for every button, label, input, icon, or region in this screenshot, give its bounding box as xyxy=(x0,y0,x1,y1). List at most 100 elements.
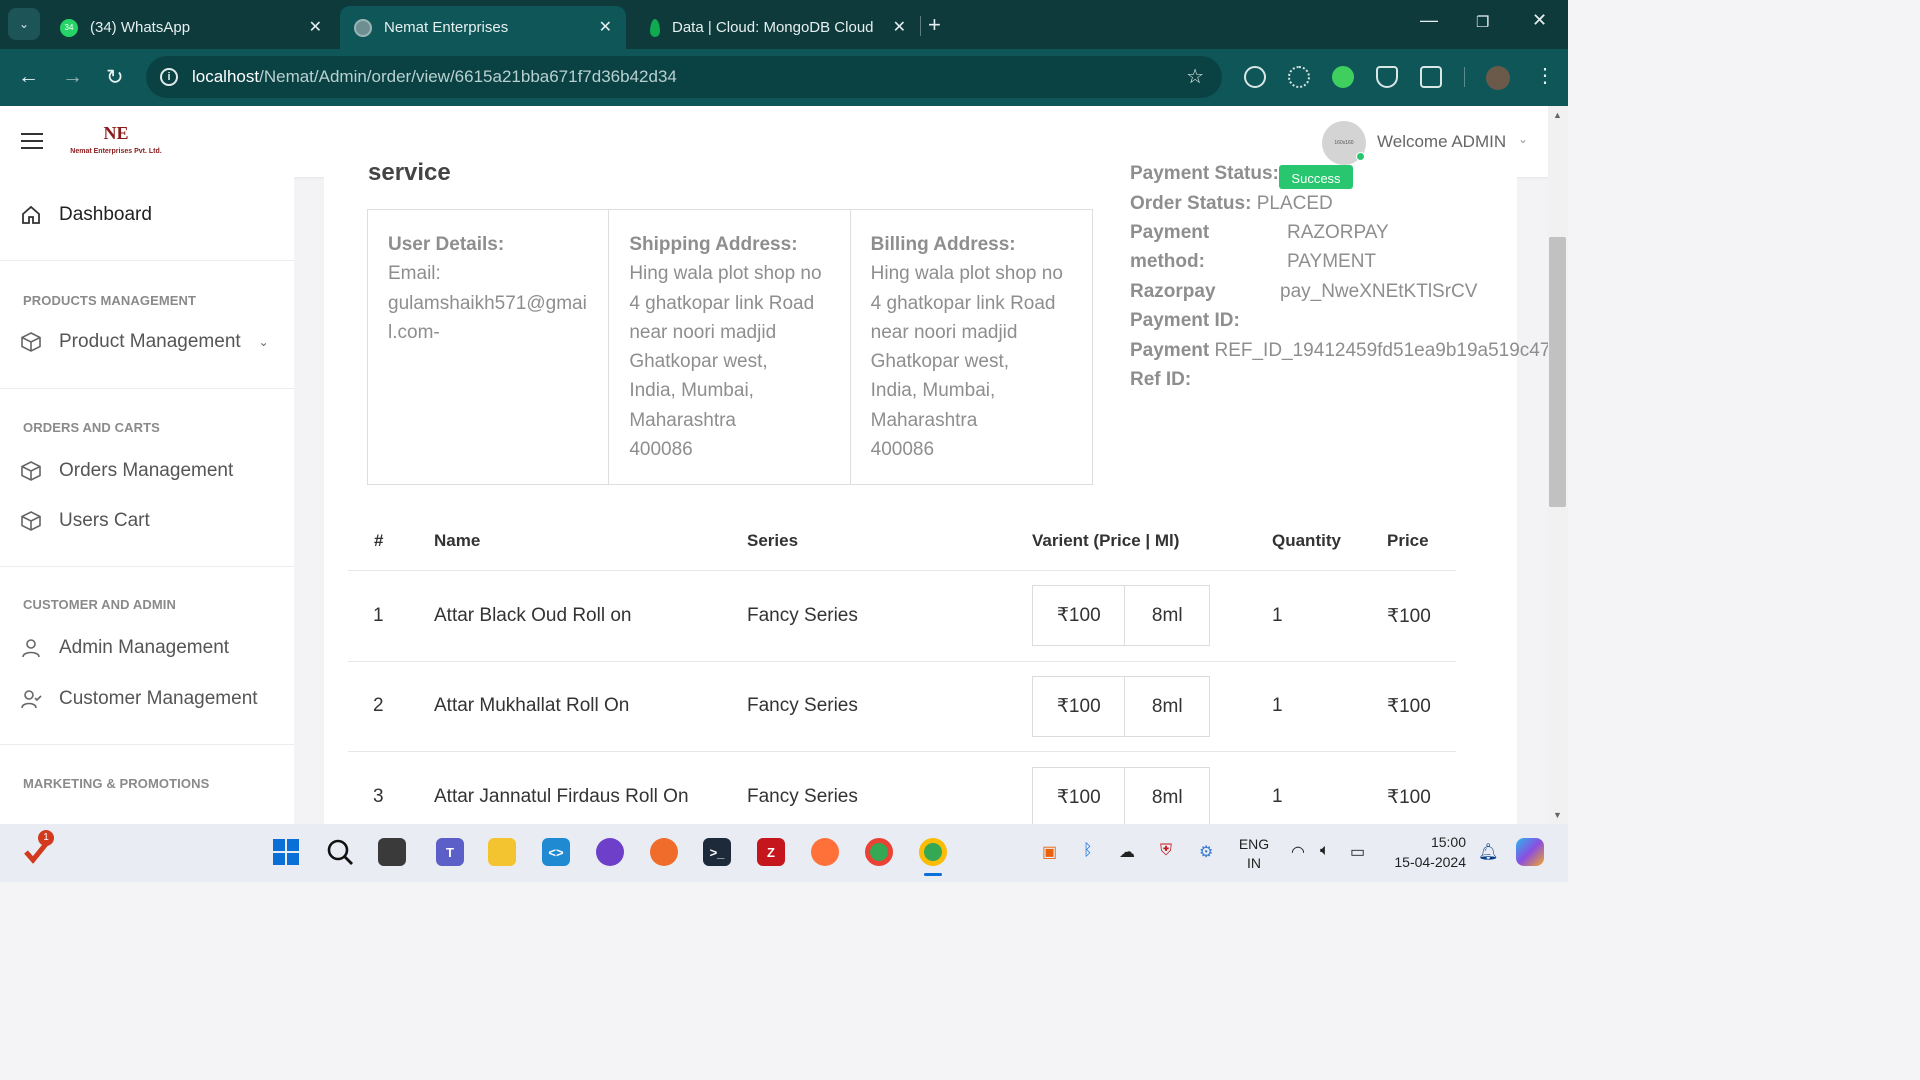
bluetooth-icon[interactable]: ᛒ xyxy=(1083,842,1093,860)
scroll-down-arrow-icon[interactable]: ▼ xyxy=(1553,810,1562,820)
tab-separator xyxy=(920,16,921,36)
shipping-address-cell: Shipping Address: Hing wala plot shop no… xyxy=(609,210,851,484)
sidebar-item-admin-management[interactable]: Admin Management xyxy=(20,637,229,659)
notifications-bell-icon[interactable]: 🔔︎ xyxy=(1478,842,1498,862)
extension-react-icon[interactable] xyxy=(1288,66,1310,88)
minimize-icon[interactable]: — xyxy=(1420,10,1438,31)
network-tray-icon[interactable]: ⚙ xyxy=(1199,842,1213,862)
col-header-price: Price xyxy=(1387,531,1429,550)
sidebar-item-customer-management[interactable]: Customer Management xyxy=(20,688,258,710)
extension-target-icon[interactable] xyxy=(1244,66,1266,88)
windows-start-icon[interactable] xyxy=(272,838,300,866)
task-view-icon[interactable] xyxy=(378,838,406,866)
teams-icon[interactable]: T xyxy=(436,838,464,866)
address-line: India, Mumbai, xyxy=(629,380,754,402)
vscode-icon[interactable]: <> xyxy=(542,838,570,866)
hamburger-menu-icon[interactable] xyxy=(21,133,43,154)
scroll-up-arrow-icon[interactable]: ▲ xyxy=(1553,110,1562,120)
table-divider xyxy=(348,661,1456,662)
profile-avatar-icon[interactable] xyxy=(1486,66,1510,90)
address-line: Hing wala plot shop no xyxy=(629,263,822,285)
tab-whatsapp[interactable]: 34 (34) WhatsApp ✕ xyxy=(46,6,336,49)
variant-box: ₹100 8ml xyxy=(1032,585,1210,646)
divider xyxy=(0,260,294,261)
welcome-text[interactable]: Welcome ADMIN xyxy=(1377,132,1506,152)
widgets-icon[interactable]: 1 xyxy=(24,830,54,864)
status-badge: Success xyxy=(1279,165,1353,189)
battery-icon[interactable]: ▭ xyxy=(1350,842,1365,862)
github-desktop-icon[interactable] xyxy=(596,838,624,866)
tab-title: Data | Cloud: MongoDB Cloud xyxy=(672,19,874,36)
file-explorer-icon[interactable] xyxy=(488,838,516,866)
volume-icon[interactable]: 🔈︎ xyxy=(1320,842,1330,860)
sidebar-item-orders-management[interactable]: Orders Management xyxy=(20,460,233,482)
filezilla-icon[interactable]: Z xyxy=(757,838,785,866)
scrollbar-thumb[interactable] xyxy=(1549,237,1566,507)
clock-date[interactable]: 15-04-2024 xyxy=(1386,854,1466,870)
chrome-icon[interactable] xyxy=(865,838,893,866)
col-header-index: # xyxy=(374,531,384,550)
url-text[interactable]: localhost/Nemat/Admin/order/view/6615a21… xyxy=(192,67,677,87)
product-series: Fancy Series xyxy=(747,605,858,626)
payment-ref-row: Payment REF_ID_19412459fd51ea9b19a519c47 xyxy=(1130,340,1548,362)
section-heading: ORDERS AND CARTS xyxy=(23,420,160,435)
close-window-icon[interactable]: ✕ xyxy=(1532,10,1547,31)
address-line: Maharashtra xyxy=(870,409,978,431)
user-icon xyxy=(20,637,42,659)
sidebar-item-label: Customer Management xyxy=(59,688,258,709)
close-tab-icon[interactable]: ✕ xyxy=(309,17,322,37)
xampp-tray-icon[interactable]: ▣ xyxy=(1042,842,1057,862)
terminal-icon[interactable]: >_ xyxy=(703,838,731,866)
section-heading: MARKETING & PROMOTIONS xyxy=(23,776,210,791)
copilot-icon[interactable] xyxy=(1516,838,1544,866)
close-tab-icon[interactable]: ✕ xyxy=(599,17,612,37)
ref-label: Payment xyxy=(1130,340,1210,361)
variant-price: ₹100 xyxy=(1033,768,1126,824)
chrome-profile-icon[interactable] xyxy=(919,838,947,866)
windows-taskbar: 1 T <> >_ Z ▣ ᛒ ☁ ⛨ ⚙ ENG IN ◠ 🔈︎ ▭ 15:0… xyxy=(0,824,1568,882)
company-logo[interactable]: NE Nemat Enterprises Pvt. Ltd. xyxy=(64,118,168,168)
product-name: Attar Mukhallat Roll On xyxy=(434,695,630,716)
wifi-icon[interactable]: ◠ xyxy=(1291,842,1305,862)
avatar[interactable]: 160x160 xyxy=(1322,121,1366,165)
extension-eye-icon[interactable] xyxy=(1332,66,1354,88)
firefox-icon[interactable] xyxy=(811,838,839,866)
browser-menu-icon[interactable]: ⋮ xyxy=(1535,63,1555,88)
clock-time[interactable]: 15:00 xyxy=(1386,834,1466,850)
order-view-card: service User Details: Email: gulamshaikh… xyxy=(324,159,1548,824)
onedrive-icon[interactable]: ☁ xyxy=(1119,842,1135,862)
extension-shield-icon[interactable] xyxy=(1376,66,1398,88)
search-icon[interactable] xyxy=(326,838,354,866)
region-indicator[interactable]: IN xyxy=(1238,855,1270,871)
vertical-scrollbar[interactable]: ▲ ▼ xyxy=(1548,106,1568,824)
forward-arrow-icon[interactable]: → xyxy=(62,65,83,89)
active-app-indicator xyxy=(924,873,942,876)
language-indicator[interactable]: ENG xyxy=(1238,836,1270,852)
site-info-icon[interactable]: i xyxy=(160,68,178,86)
security-shield-icon[interactable]: ⛨ xyxy=(1160,842,1172,860)
back-arrow-icon[interactable]: ← xyxy=(18,65,39,89)
close-tab-icon[interactable]: ✕ xyxy=(893,17,906,37)
chevron-down-icon[interactable]: ⌄ xyxy=(1518,132,1528,146)
divider xyxy=(0,744,294,745)
sidebar-item-dashboard[interactable]: Dashboard xyxy=(20,204,152,226)
logo-caption: Nemat Enterprises Pvt. Ltd. xyxy=(70,148,162,155)
postman-icon[interactable] xyxy=(650,838,678,866)
section-heading: CUSTOMER AND ADMIN xyxy=(23,597,176,612)
box-icon xyxy=(20,460,42,482)
sidebar-item-users-cart[interactable]: Users Cart xyxy=(20,510,150,532)
tab-mongodb[interactable]: Data | Cloud: MongoDB Cloud ✕ xyxy=(632,6,920,49)
email-value: gulamshaikh571@gmail.com- xyxy=(388,292,587,343)
reload-icon[interactable]: ↻ xyxy=(106,65,124,90)
restore-icon[interactable]: ❐ xyxy=(1476,13,1489,31)
ref-id-value: REF_ID_19412459fd51ea9b19a519c47 xyxy=(1214,340,1548,361)
tab-search-button[interactable]: ⌄ xyxy=(8,8,40,40)
address-bar[interactable]: i localhost/Nemat/Admin/order/view/6615a… xyxy=(146,56,1222,98)
extensions-puzzle-icon[interactable] xyxy=(1420,66,1442,88)
tab-nemat-enterprises[interactable]: Nemat Enterprises ✕ xyxy=(340,6,626,49)
sidebar-item-product-management[interactable]: Product Management ⌄ xyxy=(20,331,269,353)
bookmark-star-icon[interactable]: ☆ xyxy=(1186,64,1204,89)
payment-method-value-2: PAYMENT xyxy=(1287,251,1377,272)
page-viewport: NE Nemat Enterprises Pvt. Ltd. 160x160 W… xyxy=(0,106,1548,824)
new-tab-button[interactable]: + xyxy=(928,12,941,38)
